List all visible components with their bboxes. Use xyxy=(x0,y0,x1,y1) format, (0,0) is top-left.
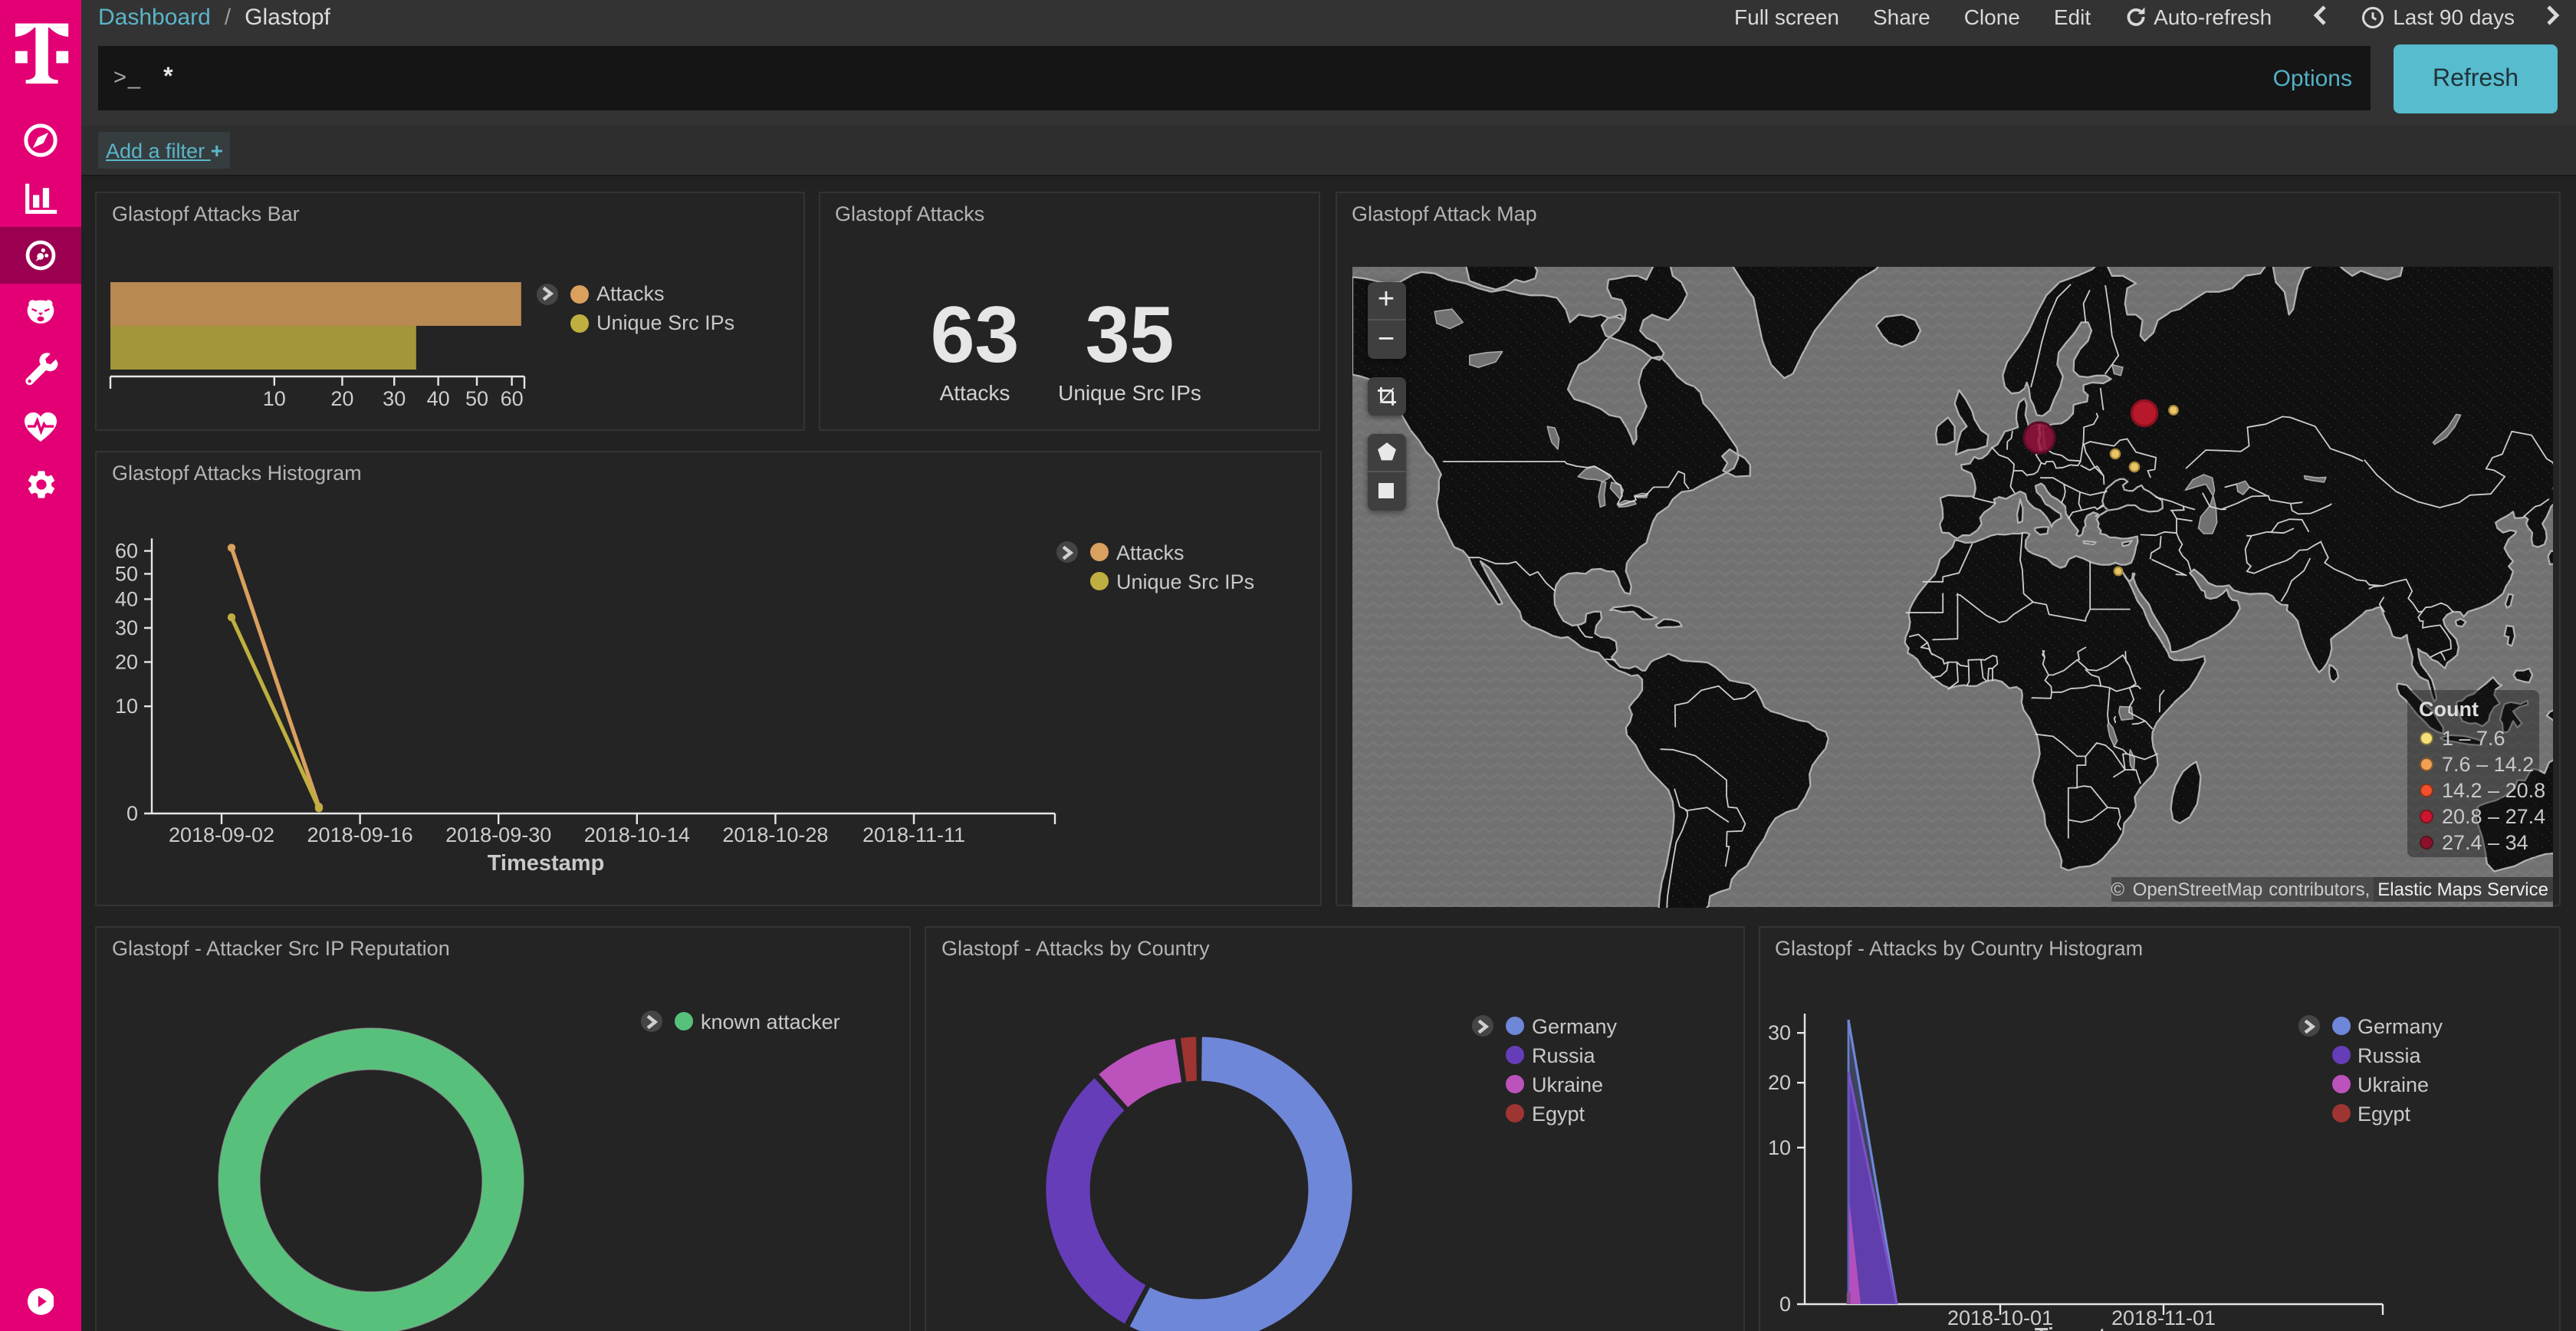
svg-text:Timestamp: Timestamp xyxy=(2034,1323,2151,1331)
svg-text:60: 60 xyxy=(115,539,138,562)
svg-text:2018-11-11: 2018-11-11 xyxy=(863,823,965,846)
svg-text:2018-10-28: 2018-10-28 xyxy=(722,823,828,846)
svg-text:10: 10 xyxy=(115,694,138,717)
svg-text:60: 60 xyxy=(501,387,524,410)
svg-text:40: 40 xyxy=(427,387,450,410)
svg-text:10: 10 xyxy=(1767,1135,1790,1158)
svg-text:20: 20 xyxy=(330,387,353,410)
svg-text:2018-09-30: 2018-09-30 xyxy=(445,823,551,846)
svg-text:2018-09-02: 2018-09-02 xyxy=(169,823,274,846)
svg-text:50: 50 xyxy=(465,387,488,410)
svg-text:0: 0 xyxy=(127,801,138,824)
svg-text:2018-10-14: 2018-10-14 xyxy=(584,823,690,846)
svg-text:2018-09-16: 2018-09-16 xyxy=(307,823,413,846)
svg-text:40: 40 xyxy=(115,587,138,610)
svg-text:50: 50 xyxy=(115,561,138,584)
svg-text:30: 30 xyxy=(383,387,406,410)
svg-text:20: 20 xyxy=(115,649,138,672)
svg-text:10: 10 xyxy=(263,387,286,410)
svg-text:30: 30 xyxy=(115,616,138,639)
svg-text:20: 20 xyxy=(1767,1070,1790,1093)
svg-text:Timestamp: Timestamp xyxy=(488,850,605,875)
svg-text:0: 0 xyxy=(1779,1292,1790,1315)
svg-text:30: 30 xyxy=(1767,1020,1790,1043)
